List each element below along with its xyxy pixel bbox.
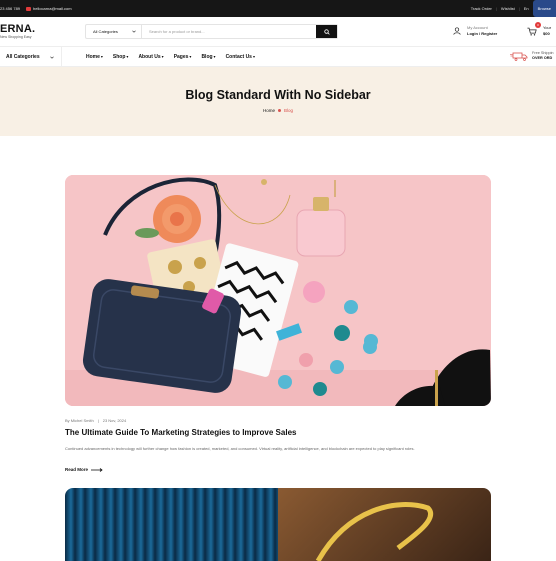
search-icon [323, 28, 330, 35]
nav-label: Shop [112, 54, 126, 60]
mail-icon [26, 6, 32, 11]
nav-item-blog[interactable]: Blog▾ [201, 54, 215, 60]
delivery-truck-icon [510, 52, 528, 61]
post-image-right [278, 488, 491, 561]
chevron-down-icon: ▾ [126, 54, 129, 59]
breadcrumb-current: Blog [284, 108, 294, 113]
login-register-link[interactable]: Login / Register [467, 31, 497, 37]
post-image-left [65, 488, 278, 561]
chevron-down-icon: ▾ [189, 54, 192, 59]
browse-button[interactable]: Browse [532, 0, 556, 17]
nav-label: Contact Us [225, 54, 252, 60]
account-link[interactable]: My Account Login / Register [453, 25, 497, 37]
header: ERNA. New Shopping Easy All Categories S… [0, 17, 556, 46]
main-nav: All Categories Home▾ Shop▾ About Us▾ Pag… [0, 46, 556, 67]
chevron-down-icon: ▾ [252, 54, 255, 59]
cart-count-badge: 0 [535, 22, 541, 28]
jewelry-photo [315, 502, 434, 561]
top-bar: 23 456 789 hellocarna@mail.com Track Ord… [0, 0, 556, 17]
nav-label: Pages [173, 54, 189, 60]
nav-menu: Home▾ Shop▾ About Us▾ Pages▾ Blog▾ Conta… [86, 47, 255, 67]
search-button[interactable] [316, 25, 337, 38]
search-category-select[interactable]: All Categories [86, 25, 142, 38]
post-excerpt: Continued advancements in technology wil… [65, 446, 415, 451]
search-input[interactable]: Search for a product or brand... [142, 25, 316, 38]
cart-link[interactable]: 0 Your $00 [527, 22, 551, 37]
phone-number[interactable]: 23 456 789 [0, 6, 20, 11]
post-author[interactable]: By Michel Smith [65, 418, 94, 423]
user-icon [453, 27, 461, 35]
logo-name: ERNA. [0, 23, 36, 35]
blog-post-image[interactable] [65, 175, 491, 406]
chevron-down-icon: ▾ [213, 54, 216, 59]
track-order-link[interactable]: Track Order [471, 6, 492, 11]
page-title: Blog Standard With No Sidebar [185, 88, 371, 102]
post-meta: By Michel Smith | 23 Nov, 2024 [65, 418, 126, 423]
logo-tagline: New Shopping Easy [0, 35, 32, 39]
all-categories-label: All Categories [6, 54, 40, 60]
page-hero: Blog Standard With No Sidebar Home Blog [0, 67, 556, 136]
nav-label: About Us [138, 54, 161, 60]
nav-label: Blog [201, 54, 213, 60]
post-photo-illustration [65, 175, 491, 406]
wishlist-link[interactable]: Wishlist [501, 6, 515, 11]
nav-item-home[interactable]: Home▾ [86, 54, 103, 60]
search-bar: All Categories Search for a product or b… [85, 24, 338, 39]
nav-item-about-us[interactable]: About Us▾ [138, 54, 163, 60]
chevron-down-icon [50, 56, 54, 59]
arrow-right-icon [91, 467, 103, 472]
shipping-line-2: OVER ORD [532, 56, 553, 60]
breadcrumb-home[interactable]: Home [263, 108, 275, 113]
nav-item-shop[interactable]: Shop▾ [113, 54, 129, 60]
cart-icon [527, 27, 537, 35]
nav-label: Home [86, 54, 100, 60]
read-more-label: Read More [65, 467, 89, 472]
email-link[interactable]: hellocarna@mail.com [26, 6, 72, 11]
search-category-label: All Categories [93, 29, 118, 34]
language-selector[interactable]: En [524, 6, 529, 11]
blog-post-image[interactable] [65, 488, 491, 561]
nav-item-contact-us[interactable]: Contact Us▾ [226, 54, 255, 60]
breadcrumb: Home Blog [0, 108, 556, 113]
chevron-down-icon: ▾ [161, 54, 164, 59]
chevron-down-icon: ▾ [100, 54, 103, 59]
separator: | [518, 6, 520, 11]
post-date: 23 Nov, 2024 [102, 418, 127, 423]
chevron-down-icon [132, 30, 136, 33]
post-title[interactable]: The Ultimate Guide To Marketing Strategi… [65, 428, 296, 437]
logo[interactable]: ERNA. New Shopping Easy [0, 23, 36, 40]
meta-divider: | [97, 418, 99, 423]
all-categories-dropdown[interactable]: All Categories [0, 47, 62, 67]
read-more-link[interactable]: Read More [65, 467, 103, 472]
nav-item-pages[interactable]: Pages▾ [174, 54, 192, 60]
separator: | [495, 6, 497, 11]
breadcrumb-separator [278, 109, 281, 112]
email-text: hellocarna@mail.com [33, 6, 72, 11]
free-shipping-promo: Free Shippin OVER ORD [510, 51, 554, 61]
cart-total: $00 [543, 31, 550, 36]
